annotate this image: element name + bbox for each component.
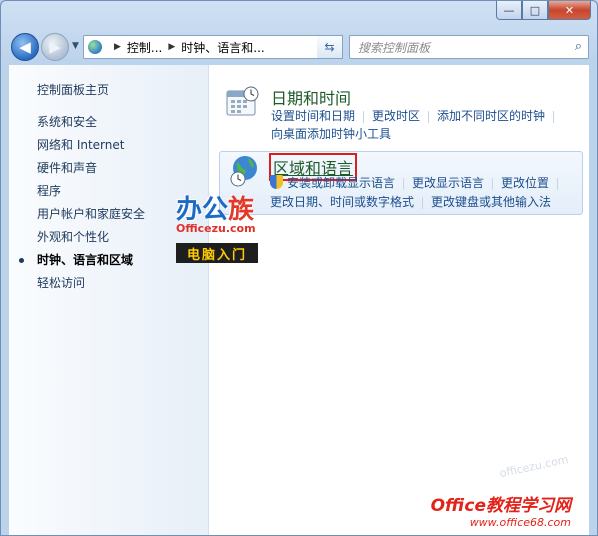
breadcrumb-chevron-icon[interactable]: ▶ xyxy=(114,42,121,52)
region-language-links-row1: 安装或卸载显示语言 更改显示语言 更改位置 xyxy=(270,174,566,191)
close-button[interactable]: ✕ xyxy=(548,1,591,20)
refresh-button[interactable]: ⇆ xyxy=(317,35,343,59)
watermark-url: www.office68.com xyxy=(469,516,571,529)
faint-watermark-text: officezu.com xyxy=(498,452,570,481)
search-icon[interactable]: ⌕ xyxy=(575,39,582,54)
sidebar-item-hardware-sound[interactable]: 硬件和声音 xyxy=(37,159,145,182)
breadcrumb-clock-language-region[interactable]: 时钟、语言和... xyxy=(181,39,264,56)
change-location-link[interactable]: 更改位置 xyxy=(501,176,549,190)
control-panel-window: — □ ✕ ◀ ▶ ▼ ▶ 控制... ▶ 时钟、语言和... ▼ ⇆ 搜索控制… xyxy=(0,0,598,536)
forward-button[interactable]: ▶ xyxy=(41,33,69,61)
recent-pages-dropdown[interactable]: ▼ xyxy=(72,41,79,51)
caption-buttons: — □ ✕ xyxy=(496,1,591,20)
date-time-links-row2: 向桌面添加时钟小工具 xyxy=(271,125,391,142)
breadcrumb-chevron-icon[interactable]: ▶ xyxy=(168,42,175,52)
sidebar-item-network-internet[interactable]: 网络和 Internet xyxy=(37,136,145,159)
change-keyboard-link[interactable]: 更改键盘或其他输入法 xyxy=(431,195,551,209)
add-clocks-link[interactable]: 添加不同时区的时钟 xyxy=(437,109,545,123)
breadcrumb-control-panel[interactable]: 控制... xyxy=(127,39,162,56)
sidebar-item-ease-of-access[interactable]: 轻松访问 xyxy=(37,274,145,297)
officezu-logo-watermark: 办公族 Officezu.com 电脑入门 xyxy=(176,189,258,263)
logo-url: Officezu.com xyxy=(176,222,256,235)
uac-shield-icon xyxy=(270,175,283,189)
back-arrow-icon: ◀ xyxy=(19,38,31,56)
minimize-button[interactable]: — xyxy=(496,1,522,20)
search-box[interactable]: 搜索控制面板 ⌕ xyxy=(349,35,589,59)
logo-tag: 电脑入门 xyxy=(176,243,258,263)
sidebar-item-system-security[interactable]: 系统和安全 xyxy=(37,113,145,136)
set-time-date-link[interactable]: 设置时间和日期 xyxy=(271,109,355,123)
refresh-icon: ⇆ xyxy=(324,40,335,54)
address-bar[interactable]: ▶ 控制... ▶ 时钟、语言和... ▼ xyxy=(83,35,343,59)
main-content: 日期和时间 设置时间和日期 更改时区 添加不同时区的时钟 向桌面添加时钟小工具 区域… xyxy=(209,65,589,535)
logo-wordmark: 办公族 xyxy=(176,195,255,225)
date-time-links-row1: 设置时间和日期 更改时区 添加不同时区的时钟 xyxy=(271,107,562,124)
add-clock-gadget-link[interactable]: 向桌面添加时钟小工具 xyxy=(271,127,391,141)
change-display-language-link[interactable]: 更改显示语言 xyxy=(412,176,484,190)
control-panel-icon xyxy=(88,40,102,54)
change-time-zone-link[interactable]: 更改时区 xyxy=(372,109,420,123)
search-input[interactable]: 搜索控制面板 xyxy=(358,39,430,56)
navigation-bar: ◀ ▶ ▼ ▶ 控制... ▶ 时钟、语言和... ▼ ⇆ 搜索控制面板 ⌕ xyxy=(9,31,589,61)
forward-arrow-icon: ▶ xyxy=(49,38,61,56)
change-date-format-link[interactable]: 更改日期、时间或数字格式 xyxy=(270,195,414,209)
sidebar-home-link[interactable]: 控制面板主页 xyxy=(37,81,109,98)
watermark-title: Office教程学习网 xyxy=(430,496,571,516)
sidebar-item-programs[interactable]: 程序 xyxy=(37,182,145,205)
category-region-language: 区域和语言 安装或卸载显示语言 更改显示语言 更改位置 更改日期、时间或数字格式 更改… xyxy=(219,151,583,215)
date-time-title-link[interactable]: 日期和时间 xyxy=(271,85,351,109)
region-language-links-row2: 更改日期、时间或数字格式 更改键盘或其他输入法 xyxy=(270,193,551,210)
sidebar-category-list: 系统和安全 网络和 Internet 硬件和声音 程序 用户帐户和家庭安全 外观… xyxy=(18,113,145,297)
sidebar-item-user-accounts[interactable]: 用户帐户和家庭安全 xyxy=(37,205,145,228)
calendar-clock-icon xyxy=(226,86,259,116)
sidebar-item-appearance[interactable]: 外观和个性化 xyxy=(37,228,145,251)
sidebar-item-clock-language-region: 时钟、语言和区域 xyxy=(18,251,145,274)
maximize-button[interactable]: □ xyxy=(522,1,548,20)
back-button[interactable]: ◀ xyxy=(11,33,39,61)
globe-clock-icon xyxy=(230,156,257,187)
sidebar: 控制面板主页 系统和安全 网络和 Internet 硬件和声音 程序 用户帐户和… xyxy=(9,65,209,535)
install-display-language-link[interactable]: 安装或卸载显示语言 xyxy=(287,176,395,190)
office68-watermark: Office教程学习网 www.office68.com xyxy=(431,491,571,529)
